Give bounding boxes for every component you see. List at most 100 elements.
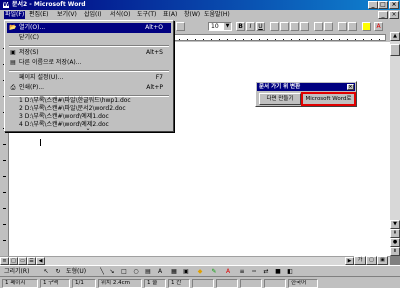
menu-help[interactable]: 도움말(H) [203,11,231,19]
decrease-indent-button[interactable] [338,22,347,31]
ruler-tick [3,144,6,145]
menu-item-recent-1[interactable]: 1 D:\부록\스캔#\파일\한글워드\hwp1.doc [7,97,171,105]
autoshapes-button[interactable]: 도형(U) [66,268,86,275]
outline-view-button[interactable]: ☰ [27,257,36,265]
menu-item-label: 열기(O)... [19,24,46,31]
status-bar: 1 페이지 1 구역 1/1 위치 2.4cm 1 줄 1 칸 한국어 [0,276,400,288]
menu-expand-chevron-icon[interactable]: ⌄ [5,125,171,133]
status-ovr [264,279,286,288]
menu-item-label: 1 D:\부록\스캔#\파일\한글워드\hwp1.doc [19,97,131,104]
status-trk [216,279,238,288]
previous-page-button[interactable]: ⇞ [390,229,400,238]
oval-icon[interactable]: ○ [132,268,140,275]
floppy-disk-icon: ▣ [10,49,16,56]
font-color-icon[interactable]: A [224,268,232,275]
minimize-button[interactable]: _ [368,1,378,9]
menu-separator [9,70,169,72]
ruler-tick [3,160,6,161]
scroll-right-button[interactable]: ▶ [345,257,354,265]
menu-edit[interactable]: 편집(E) [28,11,50,19]
menu-bar: 파일(F) 편집(E) 보기(V) 삽입(I) 서식(O) 도구(T) 표(A)… [0,10,400,20]
doc-minimize-button[interactable]: _ [378,11,388,19]
web-layout-view-button[interactable]: □ [9,257,18,265]
menu-view[interactable]: 보기(V) [56,11,78,19]
status-ext [240,279,262,288]
menu-item-shortcut: Alt+S [146,49,163,56]
menu-table[interactable]: 표(A) [162,11,178,19]
to-microsoft-word-button[interactable]: Microsoft Word로 [301,92,356,106]
insert-picture-icon[interactable]: ▣ [182,268,190,275]
shadow-icon[interactable]: ■ [274,268,282,275]
scroll-left-button[interactable]: ◀ [36,257,45,265]
line-color-icon[interactable]: ✎ [210,268,218,275]
next-page-button[interactable]: ⇟ [390,247,400,256]
scroll-thumb[interactable] [390,44,400,56]
line-icon[interactable]: ╲ [98,268,106,275]
wordart-icon[interactable]: A [156,268,164,275]
bullets-button[interactable] [324,22,333,31]
select-browse-object-button[interactable]: ● [390,238,400,247]
menu-item-close[interactable]: 닫기(C) [7,33,171,43]
menu-tools[interactable]: 도구(T) [136,11,157,19]
justify-button[interactable] [300,22,309,31]
insert-clipart-icon[interactable]: ▦ [170,268,178,275]
font-color-button[interactable]: A [374,22,383,31]
close-button[interactable]: × [389,1,399,9]
print-layout-view-button[interactable]: ▭ [18,257,27,265]
doc-close-button[interactable]: × [389,11,399,19]
align-right-button[interactable] [290,22,299,31]
menu-item-save-as[interactable]: ▤ 다른 이름으로 저장(A)... [7,58,171,68]
align-left-button[interactable] [270,22,279,31]
word-app-icon[interactable]: W [2,1,10,9]
fill-color-icon[interactable]: ◆ [196,268,204,275]
select-objects-icon[interactable]: ↖ [42,268,50,275]
menu-item-print[interactable]: ⎙ 인쇄(P)... Alt+P [7,83,171,93]
menu-item-recent-3[interactable]: 3 D:\부록\스캔#\word\예제1.doc [7,113,171,121]
arrow-style-icon[interactable]: ⇄ [262,268,270,275]
floating-toolbar-title: 문서 가기 위 변환 × [257,83,355,91]
menu-item-shortcut: Alt+P [146,84,163,91]
chevron-down-icon[interactable]: ▼ [224,23,231,30]
status-page: 1 페이지 [2,279,38,288]
maximize-button[interactable]: □ [378,1,388,9]
menu-format[interactable]: 서식(O) [109,11,131,19]
make-page-button[interactable]: 다면 만들기 [259,93,301,105]
3d-icon[interactable]: ◧ [286,268,294,275]
arrow-icon[interactable]: ↘ [108,268,116,275]
menu-file[interactable]: 파일(F) [4,11,26,19]
text-box-icon[interactable]: ▤ [144,268,152,275]
line-style-icon[interactable]: ≡ [238,268,246,275]
scroll-down-button[interactable]: ▼ [390,220,400,229]
highlight-button[interactable] [362,22,371,31]
minimize-icon[interactable]: ▢ [366,256,377,265]
status-line: 1 줄 [144,279,166,288]
style-button[interactable] [176,22,185,31]
font-size-combo[interactable]: 10 ▼ [208,22,232,31]
normal-view-button[interactable]: ≡ [0,257,9,265]
dash-style-icon[interactable]: ┅ [250,268,258,275]
menu-item-recent-2[interactable]: 2 D:\부록\스캔#\파일\문서2\word2.doc [7,105,171,113]
italic-button[interactable]: I [246,22,255,31]
printer-icon: ⎙ [10,84,16,91]
scroll-up-button[interactable]: ▲ [390,32,400,41]
ruler-tick [3,208,6,209]
underline-button[interactable]: U [256,22,265,31]
assistant-button[interactable]: 가 [354,256,366,265]
increase-indent-button[interactable] [348,22,357,31]
menu-item-page-setup[interactable]: 페이지 설정(U)... F7 [7,73,171,83]
menu-insert[interactable]: 삽입(I) [83,11,103,19]
numbering-button[interactable] [314,22,323,31]
menu-item-save[interactable]: ▣ 저장(S) Alt+S [7,48,171,58]
floating-toolbar-close-button[interactable]: × [347,84,354,90]
restore-icon[interactable]: ▣ [377,256,388,265]
bold-button[interactable]: B [236,22,245,31]
rectangle-icon[interactable]: □ [120,268,128,275]
free-rotate-icon[interactable]: ↻ [54,268,62,275]
vertical-scrollbar[interactable]: ▲ ▼ ⇞ ● ⇟ [390,32,400,256]
horizontal-scrollbar[interactable]: ≡ □ ▭ ☰ ◀ ▶ [0,256,390,265]
menu-item-open[interactable]: 📂 열기(O)... Alt+O [7,23,171,33]
align-center-button[interactable] [280,22,289,31]
menu-window[interactable]: 창(W) [183,11,201,19]
draw-menu-button[interactable]: 그리기(R) [4,268,29,275]
save-as-icon: ▤ [10,59,16,66]
